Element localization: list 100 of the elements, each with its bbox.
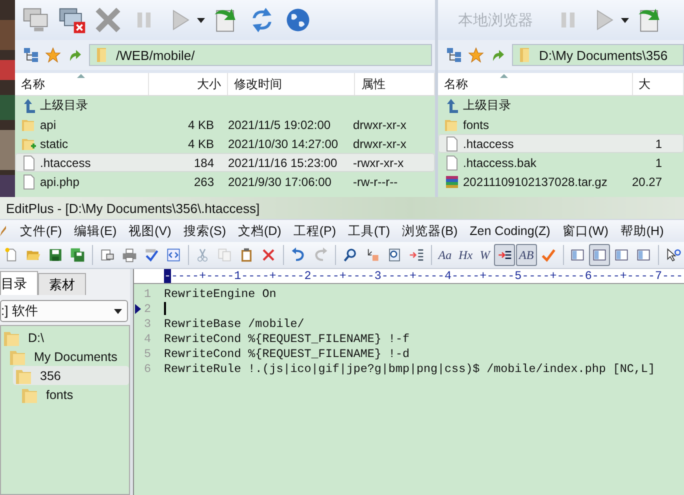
- file-name: api.php: [40, 174, 80, 188]
- code-line: RewriteCond %{REQUEST_FILENAME} !-f: [164, 332, 410, 346]
- menu-item[interactable]: 文档(D): [232, 222, 288, 240]
- column-ruler: -----+----1----+----2----+----3----+----4----+----5----+----6----+----7---: [134, 269, 684, 284]
- menu-item[interactable]: 窗口(W): [556, 222, 614, 240]
- star-icon[interactable]: [468, 47, 484, 63]
- folder-tree-item[interactable]: My Documents: [7, 347, 129, 366]
- drive-dropdown[interactable]: :] 软件: [0, 300, 128, 322]
- toolbar-button[interactable]: W: [476, 244, 494, 266]
- wrap-icon[interactable]: [494, 244, 516, 266]
- code-line: RewriteCond %{REQUEST_FILENAME} !-d: [164, 346, 410, 360]
- file-name: fonts: [463, 118, 490, 132]
- file-permissions: drwxr-xr-x: [353, 118, 406, 132]
- file-row[interactable]: 上级目录: [15, 96, 435, 115]
- code-line: RewriteBase /mobile/: [164, 316, 304, 330]
- path-field[interactable]: D:\My Documents\356: [512, 44, 684, 66]
- file-row[interactable]: .htaccess 1: [438, 134, 684, 153]
- current-line-marker-icon: [135, 304, 141, 314]
- toolbar-button[interactable]: AB: [516, 244, 537, 266]
- close-icon[interactable]: [93, 5, 123, 35]
- up-arrow-icon[interactable]: [490, 47, 506, 63]
- file-size: 20.27: [632, 174, 662, 188]
- column-header[interactable]: 属性: [355, 73, 435, 95]
- tab[interactable]: 素材: [38, 273, 86, 295]
- panel-icon[interactable]: [589, 244, 610, 266]
- sort-arrow-icon: [77, 74, 85, 78]
- file-permissions: drwxr-xr-x: [353, 136, 406, 150]
- file-icon: [444, 136, 460, 152]
- file-name: 20211109102137028.tar.gz: [463, 174, 608, 188]
- file-row[interactable]: 上级目录: [438, 96, 684, 115]
- file-size: 1: [655, 156, 662, 170]
- column-header[interactable]: 大: [632, 73, 684, 95]
- sort-arrow-icon: [500, 74, 508, 78]
- pencil-icon: [0, 224, 6, 238]
- file-name: api: [40, 118, 56, 132]
- code-line: RewriteEngine On: [164, 286, 276, 300]
- menu-item[interactable]: 搜索(S): [177, 222, 232, 240]
- file-row[interactable]: fonts: [438, 115, 684, 134]
- modified-time: 2021/10/30 14:27:00: [228, 136, 338, 150]
- tree-view-icon[interactable]: [446, 47, 462, 63]
- menu-item[interactable]: 帮助(H): [614, 222, 670, 240]
- line-number: 5: [144, 346, 152, 360]
- file-size: 263: [194, 174, 214, 188]
- file-size: 1: [655, 136, 662, 150]
- modified-time: 2021/11/16 15:23:00: [228, 156, 338, 170]
- file-size: 4 KB: [188, 136, 214, 150]
- file-row[interactable]: 20211109102137028.tar.gz 20.27: [438, 172, 684, 191]
- caret-icon: [114, 308, 122, 314]
- menu-item[interactable]: 浏览器(B): [396, 222, 464, 240]
- caret-icon[interactable]: [621, 18, 629, 22]
- file-row[interactable]: static 4 KB 2021/10/30 14:27:00 drwxr-xr-x: [15, 134, 435, 153]
- column-header[interactable]: 名称: [15, 73, 150, 95]
- folder-tree-item[interactable]: fonts: [19, 385, 129, 404]
- toolbar-button[interactable]: Hx: [456, 244, 476, 266]
- up-arrow-icon: [21, 98, 37, 114]
- folder-tree-item[interactable]: D:\: [1, 328, 129, 347]
- code-line: RewriteRule !.(js|ico|gif|jpe?g|bmp|png|css)$ /mobile/index.php [NC,L]: [164, 362, 655, 376]
- column-header[interactable]: 大小: [149, 73, 228, 95]
- column-header[interactable]: 修改时间: [228, 73, 356, 95]
- toolbar-button[interactable]: Aa: [435, 244, 455, 266]
- folder-tree-item[interactable]: 356: [13, 366, 129, 385]
- modified-time: 2021/9/30 17:06:00: [228, 174, 332, 188]
- path-field[interactable]: /WEB/mobile/: [89, 44, 432, 66]
- tree-view-icon[interactable]: [23, 47, 39, 63]
- file-icon: [21, 154, 37, 170]
- file-row[interactable]: api.php 263 2021/9/30 17:06:00 -rw-r--r--: [15, 172, 435, 191]
- menu-item[interactable]: 工具(T): [342, 222, 396, 240]
- file-name: 上级目录: [463, 97, 511, 114]
- caret-icon[interactable]: [197, 18, 205, 22]
- file-permissions: -rwxr-xr-x: [353, 156, 404, 170]
- menu-item[interactable]: 文件(F): [14, 222, 68, 240]
- file-name: .htaccess: [40, 156, 91, 170]
- up-arrow-icon[interactable]: [67, 47, 83, 63]
- menu-item[interactable]: 编辑(E): [68, 222, 123, 240]
- file-row[interactable]: .htaccess.bak 1: [438, 153, 684, 172]
- line-number: 1: [144, 286, 152, 300]
- menu-item[interactable]: 视图(V): [122, 222, 178, 240]
- tab[interactable]: 目录: [0, 271, 38, 295]
- file-size: 184: [194, 156, 214, 170]
- modified-time: 2021/11/5 19:02:00: [228, 118, 331, 132]
- window-title: EditPlus - [D:\My Documents\356\.htaccess]: [6, 200, 260, 216]
- line-number: 2: [144, 302, 152, 316]
- menu-item[interactable]: Zen Coding(Z): [464, 224, 556, 238]
- file-permissions: -rw-r--r--: [353, 174, 398, 188]
- pane-title: 本地浏览器: [458, 10, 533, 30]
- file-name: static: [40, 136, 68, 150]
- star-icon[interactable]: [45, 47, 61, 63]
- file-name: 上级目录: [40, 97, 88, 114]
- menu-item[interactable]: 工程(P): [287, 222, 342, 240]
- archive-icon: [444, 174, 460, 190]
- line-number: 3: [144, 316, 152, 330]
- file-row[interactable]: .htaccess 184 2021/11/16 15:23:00 -rwxr-xr-x: [15, 153, 435, 172]
- file-name: .htaccess.bak: [463, 156, 536, 170]
- line-number: 4: [144, 332, 152, 346]
- file-name: .htaccess: [463, 136, 514, 150]
- column-header[interactable]: 名称: [438, 73, 633, 95]
- text-cursor: [164, 302, 166, 315]
- line-number: 6: [144, 362, 152, 376]
- file-size: 4 KB: [188, 118, 214, 132]
- file-row[interactable]: api 4 KB 2021/11/5 19:02:00 drwxr-xr-x: [15, 115, 435, 134]
